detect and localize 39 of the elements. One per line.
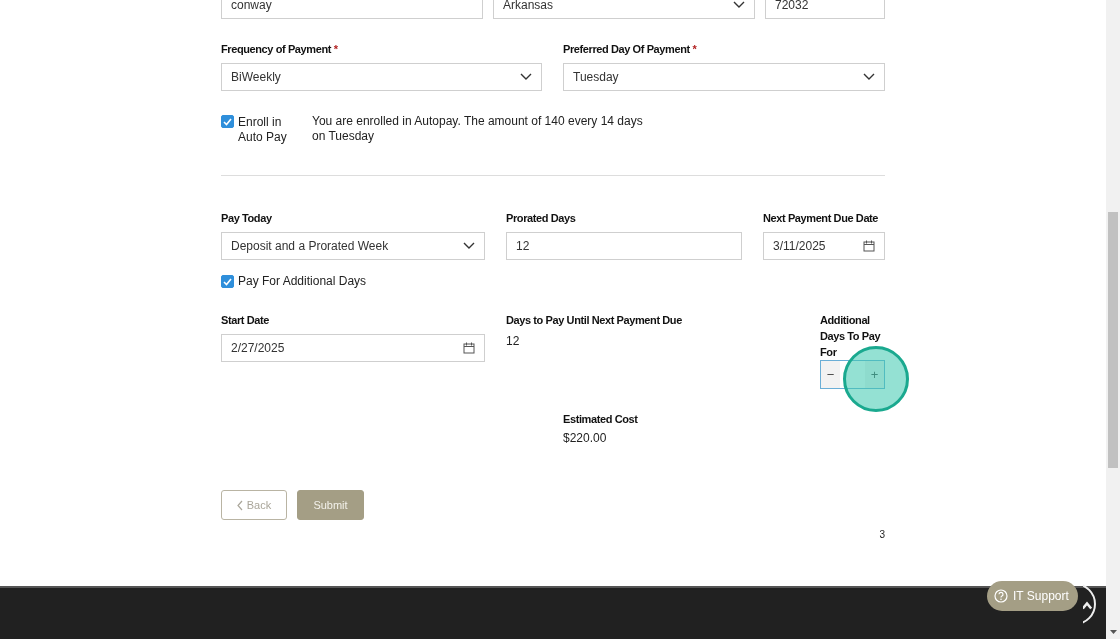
additional-days-checkbox[interactable] [221,275,234,288]
days-stepper[interactable]: − + [820,360,885,389]
calendar-icon [463,342,475,354]
arrow-up-icon [1083,601,1093,611]
autopay-label: Enroll in Auto Pay [238,115,288,145]
date-field[interactable]: 3/11/2025 [763,232,885,260]
state-select[interactable]: Arkansas [493,0,755,19]
calendar-icon [863,240,875,252]
chevron-down-icon [733,0,745,9]
chevron-left-icon [236,499,243,511]
field-label: Prorated Days [506,211,577,226]
field-label: Start Date [221,313,270,328]
field-label: Next Payment Due Date [763,211,880,226]
page-number: 3 [879,529,885,540]
select-field[interactable]: BiWeekly [221,63,542,91]
autopay-message: You are enrolled in Autopay. The amount of 140 every 14 days on Tuesday [312,114,644,144]
autopay-checkbox[interactable] [221,115,234,128]
date-field[interactable]: 2/27/2025 [221,334,485,362]
chevron-down-icon [463,242,475,250]
days-value: 12 [506,334,521,349]
field-label: Days to Pay Until Next Payment Due [506,313,683,328]
chevron-down-icon [863,73,875,81]
scroll-down-icon[interactable] [1110,630,1117,634]
field-label: Frequency of Payment * [221,42,339,57]
text-field[interactable]: 12 [506,232,742,260]
chevron-down-icon [520,73,532,81]
field-label: Estimated Cost [563,412,639,427]
field-label: Preferred Day Of Payment * [563,42,698,57]
field-label: Pay Today [221,211,273,226]
text-field[interactable]: 72032 [765,0,885,19]
minus-button[interactable]: − [821,361,840,388]
text-field[interactable]: conway [221,0,483,19]
cost-value: $220.00 [563,431,608,446]
field-label: Additional Days To Pay For [820,313,882,360]
additional-days-label: Pay For Additional Days [238,274,367,289]
select-field[interactable]: Deposit and a Prorated Week [221,232,485,260]
select-field[interactable]: Tuesday [563,63,885,91]
help-icon [994,589,1008,603]
scrollbar[interactable] [1106,0,1120,639]
